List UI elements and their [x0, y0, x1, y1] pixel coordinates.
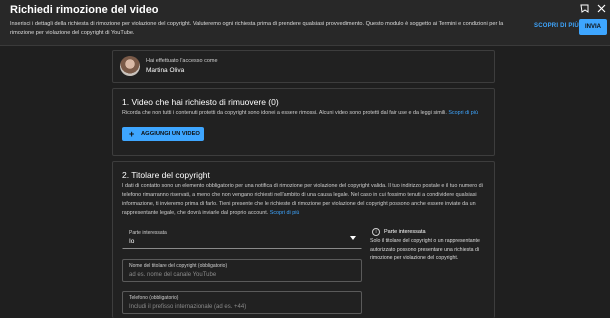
feedback-flag-icon[interactable]	[580, 4, 590, 15]
add-video-button[interactable]: + AGGIUNGI UN VIDEO	[122, 127, 204, 141]
copyright-owner-section: 2. Titolare del copyright I dati di cont…	[112, 161, 495, 318]
owner-section-body: I dati di contatto sono un elemento obbl…	[122, 183, 483, 216]
chevron-down-icon	[350, 236, 356, 240]
account-card: Hai effettuato l'accesso come Martina Ol…	[112, 50, 495, 83]
phone-label: Telefono (obbligatorio)	[129, 295, 179, 301]
dialog-header: Richiedi rimozione del video Inserisci i…	[0, 0, 610, 46]
learn-more-link[interactable]: SCOPRI DI PIÙ	[534, 23, 579, 29]
copyright-holder-field[interactable]: Nome del titolare del copyright (obbliga…	[122, 259, 362, 282]
video-section-body: Ricorda che non tutti i contenuti protet…	[122, 110, 447, 116]
video-section: 1. Video che hai richiesto di rimuovere …	[112, 88, 495, 156]
info-title: Parte interessata	[384, 229, 426, 235]
avatar	[120, 56, 140, 76]
close-icon[interactable]	[597, 4, 606, 13]
video-section-title: 1. Video che hai richiesto di rimuovere …	[122, 97, 279, 107]
holder-placeholder: ad es. nome del canale YouTube	[129, 272, 217, 278]
owner-learn-more-link[interactable]: Scopri di più	[270, 210, 300, 216]
add-video-label: AGGIUNGI UN VIDEO	[141, 131, 200, 137]
owner-section-title: 2. Titolare del copyright	[122, 170, 210, 180]
party-value: Io	[129, 238, 135, 245]
plus-icon: +	[129, 128, 135, 139]
holder-label: Nome del titolare del copyright (obbliga…	[129, 263, 228, 269]
dialog-description: Inserisci i dettagli della richiesta di …	[10, 21, 504, 36]
phone-placeholder: Includi il prefisso internazionale (ad e…	[129, 304, 247, 310]
party-select[interactable]: Parte interessata Io	[122, 226, 362, 249]
party-label: Parte interessata	[129, 230, 167, 236]
video-section-text: Ricorda che non tutti i contenuti protet…	[122, 109, 492, 118]
phone-field[interactable]: Telefono (obbligatorio) Includi il prefi…	[122, 291, 362, 314]
account-name: Martina Oliva	[146, 67, 185, 74]
send-button[interactable]: INVIA	[579, 19, 607, 35]
video-learn-more-link[interactable]: Scopri di più	[448, 110, 478, 116]
info-text: Solo il titolare del copyright o un rapp…	[370, 238, 480, 261]
signed-in-label: Hai effettuato l'accesso come	[146, 58, 218, 64]
info-icon: i	[372, 228, 380, 236]
owner-section-text: I dati di contatto sono un elemento obbl…	[122, 182, 492, 218]
dialog-title: Richiedi rimozione del video	[10, 4, 159, 16]
